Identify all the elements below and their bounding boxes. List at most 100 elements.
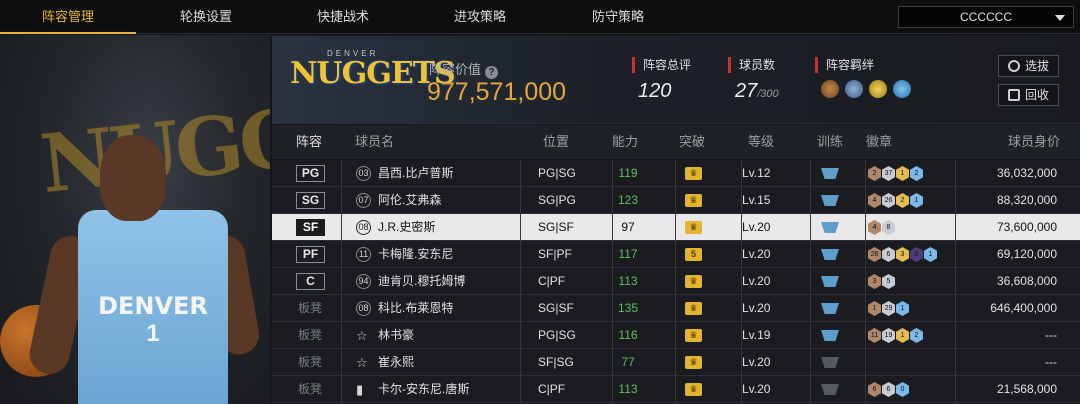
badge-icon[interactable]: 1	[910, 193, 923, 208]
player-level: Lv.20	[742, 355, 771, 369]
tab-rotation-settings[interactable]: 轮换设置	[136, 0, 276, 34]
player-level: Lv.20	[742, 382, 771, 396]
badge-icon[interactable]: 1	[896, 166, 909, 181]
slot-badge: PF	[296, 246, 325, 263]
training-icon[interactable]	[821, 357, 839, 368]
player-name[interactable]: 科比.布莱恩特	[378, 295, 453, 322]
table-row[interactable]: PF 11 卡梅隆.安东尼 SF|PF 117 5 Lv.20 26 6 3 0 1 69,120,00…	[272, 241, 1080, 268]
lineup-dropdown[interactable]: CCCCCC	[898, 6, 1074, 28]
column-ability[interactable]: 能力	[612, 125, 638, 159]
select-button[interactable]: 选拔	[998, 55, 1059, 77]
table-row[interactable]: C 94 迪肯贝.穆托姆博 C|PF 113 ♛ Lv.20 3 5 36,608,000	[272, 268, 1080, 295]
badge-icon[interactable]: 2	[910, 166, 923, 181]
player-name[interactable]: 迪肯贝.穆托姆博	[378, 268, 465, 295]
badge-icon[interactable]: 2	[896, 193, 909, 208]
column-training[interactable]: 训练	[817, 125, 843, 159]
player-name[interactable]: 昌西.比卢普斯	[378, 160, 453, 187]
table-row[interactable]: 板凳 ☆ 崔永熙 SF|SG 77 ♛ Lv.20 ---	[272, 349, 1080, 376]
training-icon[interactable]	[821, 330, 839, 341]
player-name[interactable]: 崔永熙	[378, 349, 414, 376]
column-divider	[865, 241, 866, 268]
badge-icon[interactable]: 3	[868, 274, 881, 289]
column-badges[interactable]: 徽章	[866, 125, 892, 159]
column-position[interactable]: 位置	[543, 125, 569, 159]
crown-icon: ♛	[685, 221, 702, 234]
training-icon[interactable]	[821, 249, 839, 260]
table-row[interactable]: 板凳 ▮ 卡尔-安东尼.唐斯 C|PF 113 ♛ Lv.20 6 6 0 21,568,000	[272, 376, 1080, 403]
roster-table: 阵容 球员名 位置 能力 突破 等级 训练 徽章 球员身价 PG 03 昌西.比卢普…	[272, 125, 1080, 404]
table-row[interactable]: SF 08 J.R.史密斯 SG|SF 97 ♛ Lv.20 4 8 73,600,000	[272, 214, 1080, 241]
badge-icon[interactable]: 2	[910, 328, 923, 343]
training-icon[interactable]	[821, 195, 839, 206]
training-icon[interactable]	[821, 303, 839, 314]
badge-icon[interactable]: 0	[910, 247, 923, 262]
table-row[interactable]: SG 07 阿伦.艾弗森 SG|PG 123 ♛ Lv.15 4 26 2 1 88,320,000	[272, 187, 1080, 214]
player-level: Lv.20	[742, 274, 771, 288]
player-name[interactable]: 林书豪	[378, 322, 414, 349]
crown-icon: ♛	[685, 383, 702, 396]
tab-defense-strategy[interactable]: 防守策略	[550, 0, 686, 34]
badge-icon[interactable]: 6	[882, 247, 895, 262]
player-salary: 73,600,000	[996, 220, 1057, 234]
bond-blue-icon[interactable]	[893, 80, 911, 98]
badge-icon[interactable]: 1	[896, 328, 909, 343]
badge-icon[interactable]: 4	[868, 220, 881, 235]
column-divider	[612, 241, 613, 268]
badge-icon[interactable]: 26	[868, 247, 881, 262]
player-salary: 36,032,000	[996, 166, 1057, 180]
column-name[interactable]: 球员名	[355, 125, 394, 159]
column-divider	[675, 160, 676, 187]
badge-icon[interactable]: 8	[882, 220, 895, 235]
badge-icon[interactable]: 29	[882, 301, 895, 316]
bar-chart-icon: ▮	[356, 382, 364, 397]
badge-icon[interactable]: 6	[868, 382, 881, 397]
tab-lineup-management[interactable]: 阵容管理	[0, 0, 136, 34]
badge-icon[interactable]: 1	[924, 247, 937, 262]
column-divider	[865, 322, 866, 349]
badge-icon[interactable]: 3	[896, 247, 909, 262]
column-divider	[955, 322, 956, 349]
tab-offense-strategy[interactable]: 进攻策略	[410, 0, 550, 34]
badge-icon[interactable]: 1	[868, 301, 881, 316]
tab-quick-tactics[interactable]: 快捷战术	[276, 0, 410, 34]
star-icon: ☆	[356, 328, 368, 343]
recycle-button[interactable]: 回收	[998, 84, 1059, 106]
column-divider	[675, 376, 676, 403]
jersey-number-badge: 07	[356, 193, 371, 208]
player-name[interactable]: 阿伦.艾弗森	[378, 187, 441, 214]
player-name[interactable]: J.R.史密斯	[378, 214, 435, 241]
badge-icon[interactable]: 2	[868, 166, 881, 181]
column-divider	[955, 241, 956, 268]
table-row[interactable]: PG 03 昌西.比卢普斯 PG|SG 119 ♛ Lv.12 2 37 1 2 36,032,000	[272, 160, 1080, 187]
player-name[interactable]: 卡梅隆.安东尼	[378, 241, 453, 268]
table-row[interactable]: 板凳 ☆ 林书豪 PG|SG 116 ♛ Lv.19 11 19 1 2 ---	[272, 322, 1080, 349]
training-icon[interactable]	[821, 168, 839, 179]
badge-icon[interactable]: 1	[896, 301, 909, 316]
badge-icon[interactable]: 11	[868, 328, 881, 343]
player-salary: ---	[1045, 355, 1057, 369]
player-level: Lv.15	[742, 193, 771, 207]
training-icon[interactable]	[821, 222, 839, 233]
bond-bronze-icon[interactable]	[821, 80, 839, 98]
player-count: 27/300	[735, 80, 779, 102]
training-icon[interactable]	[821, 276, 839, 287]
badge-icon[interactable]: 4	[868, 193, 881, 208]
badge-icon[interactable]: 5	[882, 274, 895, 289]
table-row[interactable]: 板凳 08 科比.布莱恩特 SG|SF 135 ♛ Lv.20 1 29 1 646,400,000	[272, 295, 1080, 322]
badge-icon[interactable]: 37	[882, 166, 895, 181]
badge-icon[interactable]: 6	[882, 382, 895, 397]
column-divider	[612, 160, 613, 187]
player-name[interactable]: 卡尔-安东尼.唐斯	[378, 376, 469, 403]
column-slot[interactable]: 阵容	[296, 125, 322, 159]
training-icon[interactable]	[821, 384, 839, 395]
badge-icon[interactable]: 0	[896, 382, 909, 397]
bond-gold-icon[interactable]	[869, 80, 887, 98]
column-salary[interactable]: 球员身价	[1008, 125, 1060, 159]
badge-icon[interactable]: 19	[882, 328, 895, 343]
column-level[interactable]: 等级	[748, 125, 774, 159]
column-breakthrough[interactable]: 突破	[679, 125, 705, 159]
bond-silver-icon[interactable]	[845, 80, 863, 98]
badge-icon[interactable]: 26	[882, 193, 895, 208]
jersey-number-badge: 03	[356, 166, 371, 181]
column-divider	[675, 241, 676, 268]
